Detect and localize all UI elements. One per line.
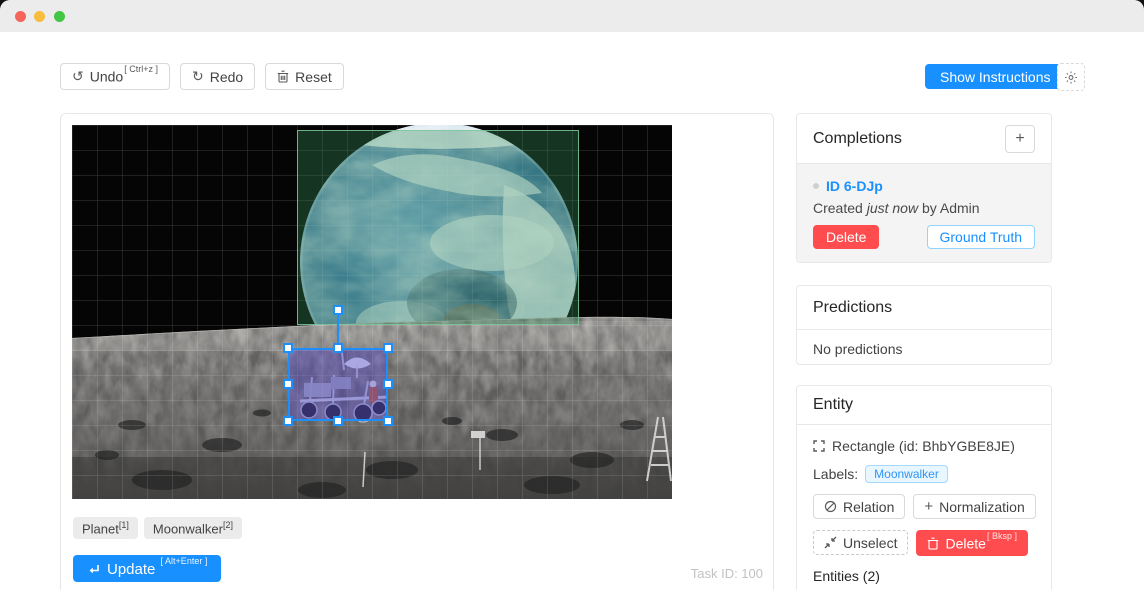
task-id-label: Task ID: 100	[691, 566, 763, 581]
window-titlebar	[0, 0, 1144, 32]
rotate-handle[interactable]	[333, 305, 343, 315]
delete-completion-button[interactable]: Delete	[813, 225, 879, 249]
entity-panel: Entity Rectangle (id: BhbYGBE8JE) Labels…	[796, 385, 1052, 590]
reset-button[interactable]: Reset	[265, 63, 344, 90]
gear-icon	[1064, 70, 1078, 85]
settings-button[interactable]	[1057, 63, 1085, 91]
completion-status-dot	[813, 183, 819, 189]
resize-handle-nw[interactable]	[283, 343, 293, 353]
image-canvas[interactable]	[72, 125, 672, 499]
label-buttons-row: Planet[1] Moonwalker[2]	[73, 517, 242, 539]
predictions-panel: Predictions No predictions	[796, 285, 1052, 365]
label-button-planet[interactable]: Planet[1]	[73, 517, 138, 539]
labels-caption: Labels:	[813, 466, 858, 482]
update-button[interactable]: Update [ Alt+Enter ]	[73, 555, 221, 582]
window-close-button[interactable]	[15, 11, 26, 22]
predictions-empty-text: No predictions	[797, 330, 1051, 365]
task-card: Planet[1] Moonwalker[2] Update [ Alt+Ent…	[60, 113, 774, 590]
relation-button[interactable]: Relation	[813, 494, 905, 519]
trash-icon	[927, 537, 939, 550]
window-minimize-button[interactable]	[34, 11, 45, 22]
update-label: Update [ Alt+Enter ]	[107, 560, 207, 578]
entity-selection-text: Rectangle (id: BhbYGBE8JE)	[832, 438, 1015, 454]
resize-handle-s[interactable]	[333, 416, 343, 426]
resize-handle-ne[interactable]	[383, 343, 393, 353]
plus-icon: +	[924, 498, 933, 515]
redo-label: Redo	[210, 69, 243, 85]
resize-handle-w[interactable]	[283, 379, 293, 389]
ground-truth-button[interactable]: Ground Truth	[927, 225, 1036, 249]
entities-count-heading: Entities (2)	[813, 568, 1035, 584]
resize-handle-sw[interactable]	[283, 416, 293, 426]
collapse-arrows-icon	[824, 536, 837, 549]
redo-button[interactable]: ↻ Redo	[180, 63, 255, 90]
plus-icon: +	[1015, 130, 1024, 148]
redo-icon: ↻	[192, 70, 204, 84]
trash-icon	[277, 70, 289, 83]
region-moonwalker[interactable]	[288, 348, 388, 421]
expand-corners-icon	[813, 440, 825, 452]
undo-button[interactable]: ↺ Undo[ Ctrl+z ]	[60, 63, 170, 90]
completions-title: Completions	[813, 130, 902, 148]
relation-icon	[824, 500, 837, 513]
region-planet[interactable]	[297, 130, 579, 325]
reset-label: Reset	[295, 69, 332, 85]
sidebar: Completions + ID 6-DJp Created just now …	[796, 113, 1052, 590]
undo-icon: ↺	[72, 70, 84, 84]
entity-label-tag[interactable]: Moonwalker	[865, 465, 948, 483]
predictions-title: Predictions	[813, 299, 892, 317]
completion-created-text: Created just now by Admin	[813, 200, 1035, 216]
history-toolbar: ↺ Undo[ Ctrl+z ] ↻ Redo Reset	[60, 63, 344, 90]
resize-handle-se[interactable]	[383, 416, 393, 426]
submit-enter-icon	[87, 563, 100, 575]
undo-label: Undo[ Ctrl+z ]	[90, 68, 158, 85]
delete-entity-button[interactable]: Delete[ Bksp ]	[916, 530, 1027, 556]
add-completion-button[interactable]: +	[1005, 125, 1035, 153]
delete-entity-label: Delete[ Bksp ]	[945, 535, 1016, 552]
resize-handle-e[interactable]	[383, 379, 393, 389]
show-instructions-button[interactable]: Show Instructions	[925, 64, 1066, 89]
completion-id-link[interactable]: ID 6-DJp	[813, 178, 1035, 194]
window-zoom-button[interactable]	[54, 11, 65, 22]
label-button-moonwalker[interactable]: Moonwalker[2]	[144, 517, 242, 539]
entity-title: Entity	[813, 396, 853, 414]
completion-item: ID 6-DJp Created just now by Admin Delet…	[797, 164, 1051, 263]
unselect-button[interactable]: Unselect	[813, 530, 908, 555]
normalization-button[interactable]: + Normalization	[913, 494, 1035, 519]
completions-panel: Completions + ID 6-DJp Created just now …	[796, 113, 1052, 263]
resize-handle-n[interactable]	[333, 343, 343, 353]
annotation-app-window: ↺ Undo[ Ctrl+z ] ↻ Redo Reset Show Instr…	[0, 0, 1144, 590]
